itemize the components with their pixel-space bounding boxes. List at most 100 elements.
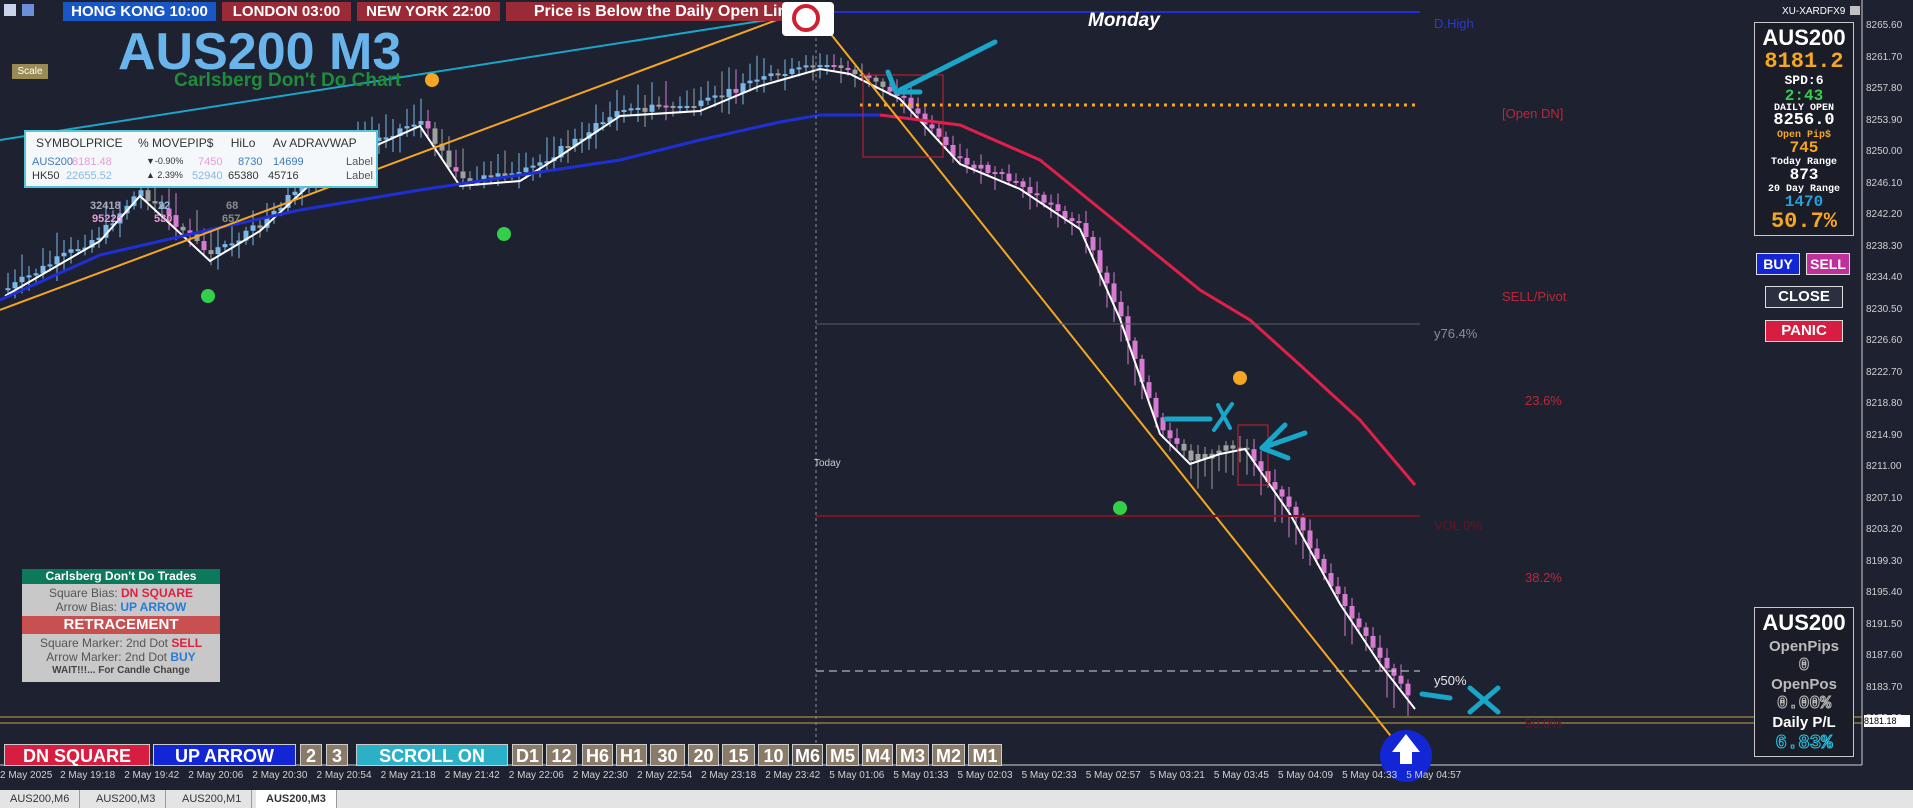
sell-button[interactable]: SELL (1806, 253, 1850, 275)
candle-body (1230, 445, 1236, 449)
candle-body (1188, 450, 1194, 461)
candle-body (957, 156, 963, 159)
candle-body (250, 225, 256, 231)
scroll-button[interactable]: SCROLL ON (356, 744, 508, 766)
save-icon[interactable] (22, 4, 34, 16)
tf-button-m3[interactable]: M3 (896, 744, 929, 766)
tf-button-d1[interactable]: D1 (512, 744, 543, 766)
candle-body (537, 162, 543, 166)
num2-button[interactable]: 2 (300, 744, 322, 766)
candle-body (978, 164, 984, 169)
current-price-tag: 8181.18 (1864, 715, 1910, 727)
time-tick-label: 5 May 03:45 (1213, 770, 1269, 781)
tf-button-h1[interactable]: H1 (616, 744, 647, 766)
ghost-value: 95226 (92, 213, 123, 225)
dn-square-button[interactable]: DN SQUARE (4, 744, 150, 766)
price-tick-label: 8250.00 (1866, 146, 1903, 157)
price-chart[interactable] (0, 0, 1913, 808)
arrow-marker-label: Arrow Marker: 2nd Dot (46, 650, 167, 664)
th-vwap: AVWAP (314, 136, 357, 150)
time-tick-label: 2 May 23:18 (701, 770, 757, 781)
fib-500-label: 50.0% (1525, 716, 1562, 731)
candle-body (1118, 301, 1124, 317)
candle-body (999, 172, 1005, 175)
arrow-bias-label: Arrow Bias: (55, 600, 117, 614)
table-row[interactable]: AUS200 8181.48 ▼-0.90% 7450 8730 14699 L… (32, 156, 373, 169)
cell-symbol: HK50 (32, 170, 60, 182)
day-label: Monday (1088, 10, 1160, 31)
price-tick-label: 8226.60 (1866, 335, 1903, 346)
up-arrow-button[interactable]: UP ARROW (153, 744, 296, 766)
tab-aus200-m6[interactable]: AUS200,M6 (0, 790, 81, 808)
tf-button-m1[interactable]: M1 (968, 744, 1002, 766)
price-tick-label: 8187.60 (1866, 650, 1903, 661)
candle-body (1391, 668, 1397, 676)
tf-button-30[interactable]: 30 (650, 744, 685, 766)
cell-adr: 14699 (273, 156, 304, 168)
price-tick-label: 8246.10 (1866, 177, 1903, 189)
scale-button[interactable]: Scale (12, 64, 48, 79)
cell-pips: 52940 (192, 170, 223, 182)
time-tick-label: 2 May 20:54 (316, 770, 372, 781)
time-tick-label: 2 May 20:30 (252, 770, 308, 781)
signal-dot (497, 227, 511, 241)
menu-icon[interactable] (4, 4, 16, 16)
price-tick-label: 8261.70 (1866, 51, 1903, 63)
candle-body (649, 104, 655, 112)
tf-button-20[interactable]: 20 (688, 744, 719, 766)
candle-body (761, 76, 767, 80)
candle-body (1034, 193, 1040, 196)
ghost-value: 657 (222, 213, 241, 225)
cell-adr: 45716 (268, 170, 299, 182)
price-tick-label: 8242.20 (1866, 209, 1903, 220)
tf-button-10[interactable]: 10 (758, 744, 789, 766)
price-tick-label: 8211.00 (1866, 461, 1902, 472)
tf-button-15[interactable]: 15 (722, 744, 755, 766)
close-button[interactable]: CLOSE (1765, 286, 1843, 308)
price-tick-label: 8218.80 (1866, 398, 1903, 409)
tf-button-12[interactable]: 12 (546, 744, 577, 766)
price-tick-label: 8199.30 (1866, 555, 1903, 567)
candle-body (1013, 180, 1019, 183)
vol-label: VOL 0% (1434, 518, 1482, 533)
candle-body (1300, 517, 1306, 531)
candle-body (201, 241, 207, 251)
candle-body (775, 73, 781, 76)
tf-button-m5[interactable]: M5 (826, 744, 859, 766)
stats-daily-pl-label: Daily P/L (1772, 714, 1836, 731)
open-pips-value: 745 (1789, 139, 1819, 157)
table-row[interactable]: HK50 22655.52 ▲ 2.39% 52940 65380 45716 … (32, 170, 373, 183)
tf-button-h6[interactable]: H6 (582, 744, 613, 766)
fib-382-label: 38.2% (1525, 570, 1562, 585)
price-tick-label: 8257.80 (1866, 83, 1903, 94)
candle-body (1069, 218, 1075, 222)
window-icons[interactable] (4, 4, 40, 18)
tab-aus200-m3[interactable]: AUS200,M3 (86, 790, 167, 808)
tf-button-m4[interactable]: M4 (862, 744, 893, 766)
bias-panel: Carlsberg Don't Do Trades Square Bias: D… (22, 569, 220, 682)
tf-button-m6[interactable]: M6 (792, 744, 823, 766)
candle-body (1356, 618, 1362, 628)
range-pct: 50.7% (1770, 209, 1837, 234)
candle-body (460, 171, 466, 179)
panic-button[interactable]: PANIC (1765, 320, 1843, 342)
tab-aus200-m1[interactable]: AUS200,M1 (172, 790, 253, 808)
candle-body (173, 215, 179, 227)
candle-body (635, 107, 641, 110)
stats-symbol: AUS200 (1762, 610, 1846, 635)
candle-body (719, 95, 725, 98)
th-symbol: SYMBOL (36, 136, 87, 150)
tab-aus200-m3-active[interactable]: AUS200,M3 (256, 790, 337, 808)
candle-body (1055, 204, 1061, 211)
price-tick-label: 8207.10 (1866, 492, 1903, 504)
num3-button[interactable]: 3 (326, 744, 348, 766)
candle-body (446, 150, 452, 168)
buy-button[interactable]: BUY (1756, 253, 1800, 275)
tf-button-m2[interactable]: M2 (932, 744, 965, 766)
ghost-value: 530 (154, 213, 173, 225)
stats-open-pos-value: 0.00% (1776, 694, 1831, 715)
cell-symbol: AUS200 (32, 156, 73, 168)
candle-body (54, 256, 60, 265)
price-tick-label: 8253.90 (1866, 114, 1903, 126)
candle-body (19, 276, 25, 283)
